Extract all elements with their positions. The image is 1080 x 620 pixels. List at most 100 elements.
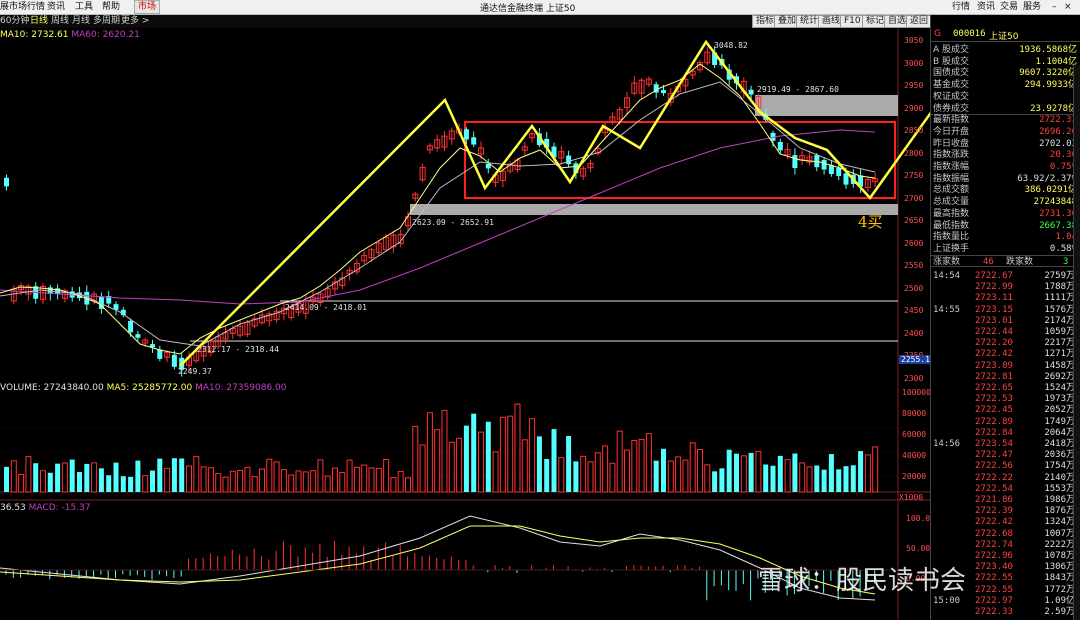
quote-row: 基金成交 294.9933亿 <box>933 79 1077 91</box>
menu-tools[interactable]: 工具 <box>75 1 93 13</box>
menu-market[interactable]: 展市场行情 <box>0 1 45 13</box>
volume-bar <box>485 421 491 492</box>
minimize-icon[interactable]: – <box>1052 1 1057 13</box>
price-tick: 2650 <box>904 216 924 225</box>
annotation-gap-lower: 2623.09 - 2652.91 <box>412 218 494 227</box>
tool-f10-button[interactable]: F10 <box>840 15 865 28</box>
period-multi[interactable]: 多周期 <box>93 16 120 27</box>
volume-bar <box>624 449 630 493</box>
decline-count: 3 <box>1063 257 1069 267</box>
quote-value: 2667.38 <box>1039 220 1077 231</box>
volume-bar <box>514 403 521 493</box>
tick-row[interactable]: 2722.39 1876万 <box>931 506 1077 517</box>
volume-bar <box>113 462 119 492</box>
tick-row[interactable]: 2723.11 1111万 <box>931 293 1077 304</box>
quote-row: 指数量比 1.04 <box>933 231 1077 243</box>
period-60min[interactable]: 60分钟 <box>0 16 29 27</box>
tick-vol: 1524万 <box>1044 383 1075 393</box>
period-daily[interactable]: 日线 <box>30 16 48 27</box>
tick-row[interactable]: 2722.53 1973万 <box>931 394 1077 405</box>
quote-row: 债券成交 23.9278亿 <box>933 103 1077 115</box>
volume-bar <box>638 438 645 493</box>
tick-row[interactable]: 14:54 2722.67 2759万 <box>931 271 1077 282</box>
menu-quotes[interactable]: 行情 <box>952 1 970 13</box>
period-more[interactable]: 更多 > <box>121 16 149 27</box>
tick-vol: 1.09亿 <box>1044 595 1075 606</box>
tick-price: 2722.33 <box>975 607 1013 617</box>
tick-row[interactable]: 2722.22 2140万 <box>931 473 1077 484</box>
period-weekly[interactable]: 周线 <box>51 16 69 27</box>
volume-bar <box>529 418 536 493</box>
tool-back-button[interactable]: 返回 <box>906 15 933 28</box>
tick-row[interactable]: 2722.42 1271万 <box>931 349 1077 360</box>
menu-trade[interactable]: 交易 <box>1000 1 1018 13</box>
tick-vol: 2222万 <box>1044 539 1075 550</box>
volume-bar <box>368 467 375 493</box>
tick-row[interactable]: 2722.96 1078万 <box>931 551 1077 562</box>
candle <box>157 349 163 359</box>
menu-info[interactable]: 资讯 <box>977 1 995 13</box>
vol-ma10-legend: MA10: 27359086.00 <box>195 383 287 393</box>
annotation-low-gap: 2312.17 - 2318.44 <box>197 345 279 354</box>
tick-price: 2722.96 <box>975 551 1013 561</box>
tick-row[interactable]: 2722.89 1749万 <box>931 417 1077 428</box>
tick-vol: 1876万 <box>1044 506 1075 517</box>
volume-bar <box>280 469 287 493</box>
tick-row[interactable]: 14:55 2723.15 1576万 <box>931 305 1077 316</box>
volume-bar <box>200 466 207 493</box>
menu-news[interactable]: 资讯 <box>47 1 65 13</box>
vertical-scrollbar[interactable] <box>1073 65 1080 620</box>
tick-row[interactable]: 2722.47 2036万 <box>931 450 1077 461</box>
tick-vol: 1306万 <box>1044 562 1075 573</box>
tick-row[interactable]: 2722.20 2217万 <box>931 338 1077 349</box>
tick-row[interactable]: 2722.33 2.59万 <box>931 607 1077 618</box>
tick-row[interactable]: 2722.84 2064万 <box>931 428 1077 439</box>
kline-chart[interactable] <box>0 28 930 620</box>
tick-row[interactable]: 2723.09 1458万 <box>931 361 1077 372</box>
volume-bar <box>302 471 309 493</box>
volume-bar <box>179 458 185 492</box>
quote-value: 294.9933亿 <box>1024 80 1077 91</box>
tick-row[interactable]: 15:00 2722.97 1.09亿 <box>931 596 1077 607</box>
tick-row[interactable]: 2722.65 1524万 <box>931 383 1077 394</box>
tick-row[interactable]: 2722.54 1553万 <box>931 484 1077 495</box>
volume-bar <box>412 425 419 493</box>
menu-market-tab[interactable]: 市场 <box>134 0 161 14</box>
tick-time: 15:00 <box>933 595 961 606</box>
volume-bar <box>858 451 864 492</box>
quote-label: 指数涨幅 <box>933 162 970 172</box>
menu-service[interactable]: 服务 <box>1023 1 1041 13</box>
tick-row[interactable]: 2722.99 1788万 <box>931 282 1077 293</box>
tick-row[interactable]: 2722.44 1059万 <box>931 327 1077 338</box>
candle <box>748 89 754 95</box>
tick-row[interactable]: 2722.56 1754万 <box>931 461 1077 472</box>
volume-legend: VOLUME: 27243840.00 MA5: 25285772.00 MA1… <box>0 383 287 394</box>
menu-help[interactable]: 帮助 <box>102 1 120 13</box>
volume-bar <box>91 462 98 493</box>
close-icon[interactable]: × <box>1064 1 1072 13</box>
tick-row[interactable]: 2722.68 1007万 <box>931 529 1077 540</box>
tick-row[interactable]: 2722.45 2052万 <box>931 405 1077 416</box>
tick-row[interactable]: 2722.81 2692万 <box>931 372 1077 383</box>
tick-vol: 1271万 <box>1044 349 1075 360</box>
period-monthly[interactable]: 月线 <box>72 16 90 27</box>
volume-bar <box>843 466 849 492</box>
volume-bar <box>128 476 134 492</box>
tick-row[interactable]: 2722.74 2222万 <box>931 540 1077 551</box>
volume-bar <box>675 456 682 493</box>
tick-vol: 1324万 <box>1044 517 1075 528</box>
volume-tick: 100000 <box>902 388 931 397</box>
quote-row: 最新指数 2722.33 <box>933 114 1077 126</box>
volume-bar <box>273 461 280 493</box>
tick-row[interactable]: 2723.01 2174万 <box>931 316 1077 327</box>
tick-price: 2721.86 <box>975 495 1013 505</box>
quote-row: A 股成交 1936.5868亿 <box>933 44 1077 56</box>
volume-bar <box>821 469 827 492</box>
tick-row[interactable]: 2721.86 1986万 <box>931 495 1077 506</box>
tick-price: 2722.84 <box>975 427 1013 438</box>
volume-bar <box>734 453 739 492</box>
volume-bar <box>558 457 565 493</box>
tick-row[interactable]: 2722.42 1324万 <box>931 517 1077 528</box>
quote-value: 63.92/2.37% <box>1017 173 1077 184</box>
tick-row[interactable]: 14:56 2723.54 2418万 <box>931 439 1077 450</box>
